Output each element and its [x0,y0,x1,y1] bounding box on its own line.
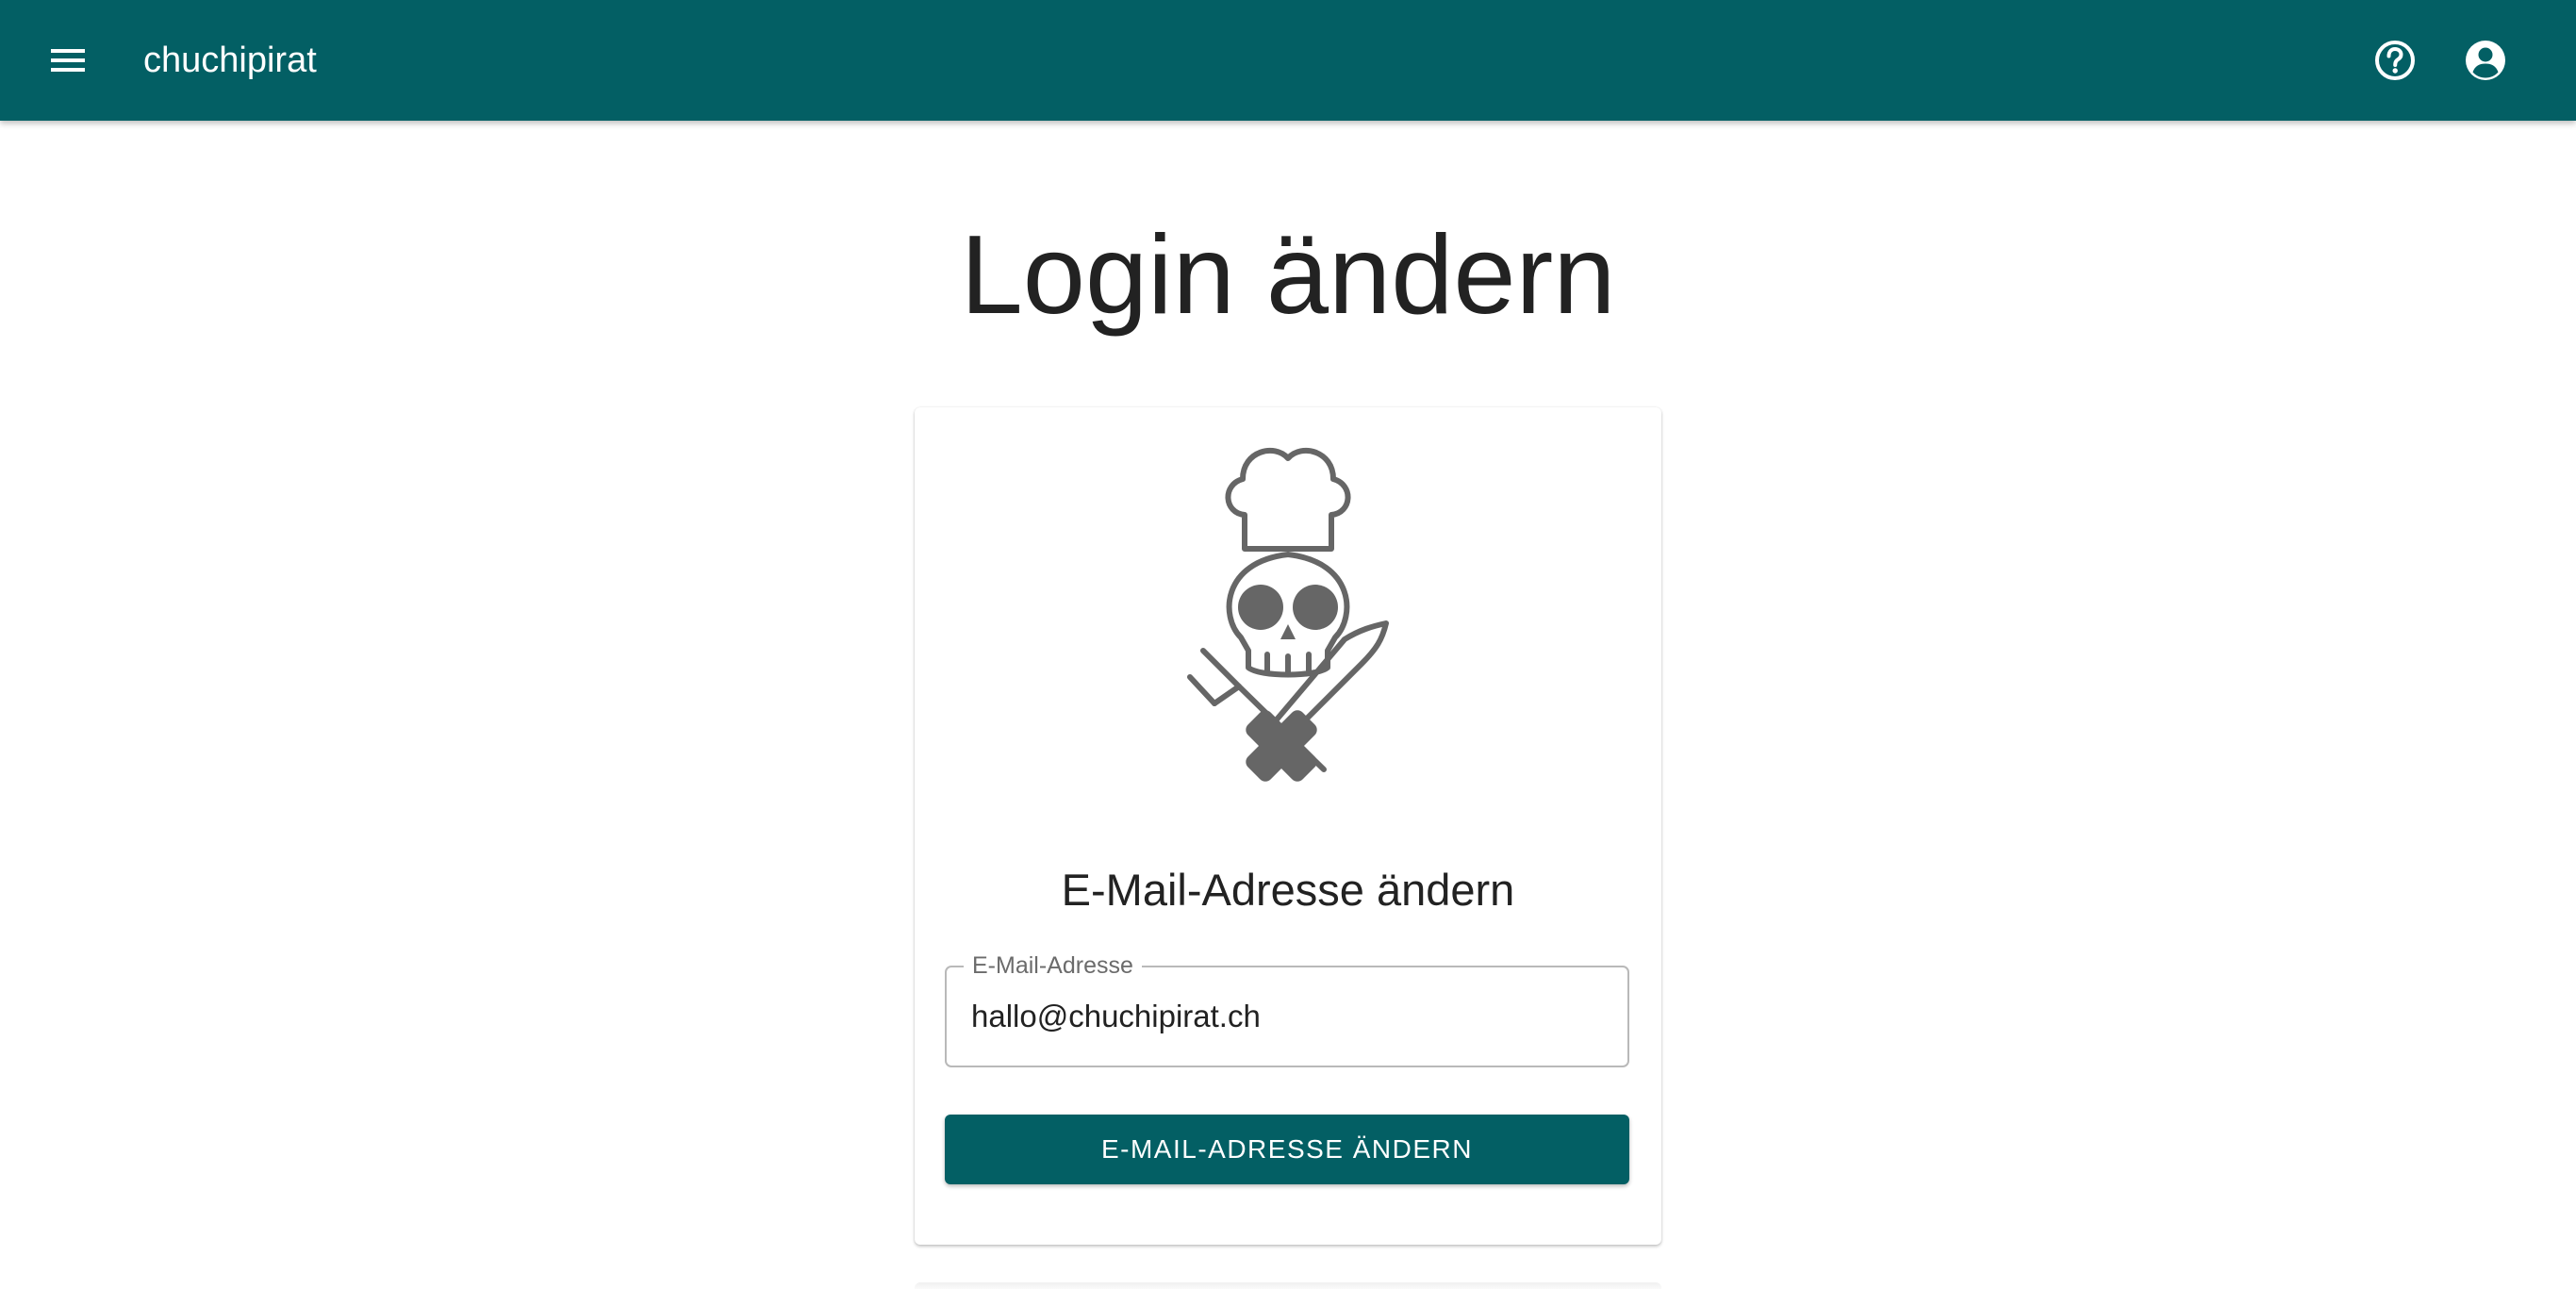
account-circle-icon [2466,41,2505,80]
second-card-edge [915,1282,1661,1289]
app-bar: chuchipirat [0,0,2576,121]
chuchipirat-logo [1187,448,1389,782]
help-button[interactable] [2361,26,2429,94]
help-circle-icon [2375,41,2415,80]
change-email-button[interactable]: E-MAIL-ADRESSE ÄNDERN [945,1115,1629,1184]
account-button[interactable] [2452,26,2519,94]
card-heading: E-Mail-Adresse ändern [1061,865,1515,915]
menu-button[interactable] [34,26,102,94]
change-email-card: E-Mail-Adresse ändern E-Mail-Adresse E-M… [915,407,1661,1245]
email-field[interactable]: E-Mail-Adresse [945,951,1629,1067]
app-title[interactable]: chuchipirat [143,38,317,83]
page-title: Login ändern [960,212,1616,338]
menu-icon [51,49,85,72]
email-input[interactable] [971,988,1603,1045]
email-field-label: E-Mail-Adresse [964,951,1142,980]
